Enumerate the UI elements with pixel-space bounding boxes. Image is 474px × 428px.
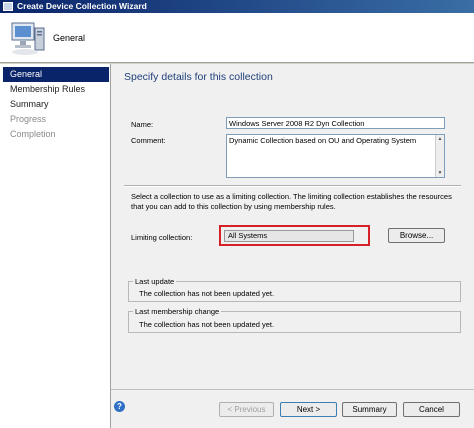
last-membership-change-group: Last membership change The collection ha… [128, 307, 461, 333]
name-label: Name: [131, 120, 154, 129]
last-update-text: The collection has not been updated yet. [139, 289, 275, 298]
limiting-description: Select a collection to use as a limiting… [131, 192, 452, 211]
limiting-collection-label: Limiting collection: [131, 233, 193, 242]
step-membership-rules[interactable]: Membership Rules [0, 82, 110, 97]
last-update-legend: Last update [133, 277, 177, 286]
wizard-page: Specify details for this collection Name… [111, 64, 474, 428]
wizard-icon [3, 2, 13, 11]
highlight-annotation [219, 225, 370, 246]
last-membership-change-text: The collection has not been updated yet. [139, 320, 275, 329]
wizard-header: General [0, 13, 474, 63]
step-progress: Progress [10, 114, 47, 124]
comment-scrollbar[interactable]: ▲ ▼ [435, 135, 444, 177]
title-bar: Create Device Collection Wizard [0, 0, 474, 13]
section-divider [124, 185, 461, 187]
step-general[interactable]: General [3, 67, 109, 82]
header-title: General [53, 33, 86, 43]
help-icon[interactable]: ? [114, 401, 125, 412]
window-title: Create Device Collection Wizard [17, 1, 147, 11]
browse-button[interactable]: Browse... [388, 228, 445, 243]
footer-divider [111, 389, 474, 390]
scroll-up-icon[interactable]: ▲ [436, 135, 444, 143]
scroll-down-icon[interactable]: ▼ [436, 169, 444, 177]
computer-icon [11, 22, 45, 55]
cancel-button[interactable]: Cancel [403, 402, 460, 417]
summary-button[interactable]: Summary [342, 402, 397, 417]
last-update-group: Last update The collection has not been … [128, 277, 461, 302]
comment-label: Comment: [131, 136, 166, 145]
name-input[interactable]: Windows Server 2008 R2 Dyn Collection [226, 117, 445, 129]
step-summary[interactable]: Summary [0, 97, 110, 112]
page-title: Specify details for this collection [124, 71, 273, 83]
wizard-steps-sidebar: General Membership Rules Summary Progres… [0, 64, 111, 428]
comment-text: Dynamic Collection based on OU and Opera… [229, 136, 417, 145]
comment-textarea[interactable]: Dynamic Collection based on OU and Opera… [226, 134, 445, 178]
last-membership-change-legend: Last membership change [133, 307, 222, 316]
step-completion: Completion [10, 129, 56, 139]
previous-button: < Previous [219, 402, 274, 417]
next-button[interactable]: Next > [280, 402, 337, 417]
